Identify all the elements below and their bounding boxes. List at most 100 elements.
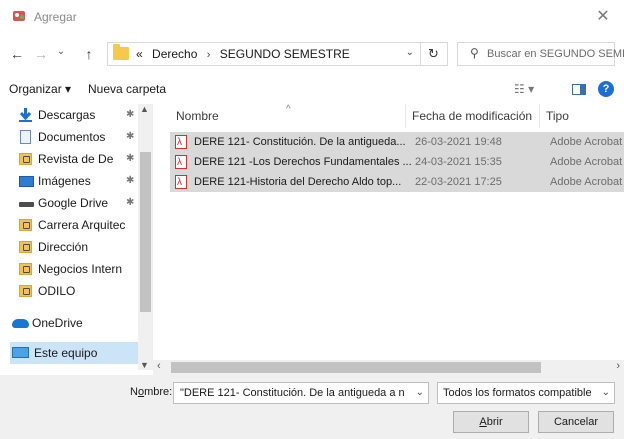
breadcrumb-overflow[interactable]: «	[136, 47, 143, 61]
scroll-down-icon[interactable]: ▼	[140, 360, 149, 370]
sidebar-scrollbar[interactable]: ▲ ▼	[138, 104, 153, 370]
title-bar: Agregar ✕	[0, 0, 624, 36]
scroll-left-icon[interactable]: ‹	[157, 360, 161, 372]
folder-icon	[19, 241, 32, 253]
sidebar-item-label: Carrera Arquitec	[38, 218, 126, 232]
file-date: 24-03-2021 15:35	[415, 156, 502, 168]
pin-icon: ✱	[126, 109, 135, 120]
documents-icon	[20, 130, 31, 144]
sidebar-item-odilo[interactable]: ODILO	[18, 280, 148, 302]
recent-locations-button[interactable]: ⌄	[52, 43, 70, 61]
file-type: Adobe Acrobat	[550, 156, 623, 168]
sidebar-item-label: Revista de De	[38, 152, 114, 166]
file-row[interactable]: DERE 121- Constitución. De la antigueda.…	[170, 132, 624, 153]
file-date: 26-03-2021 19:48	[415, 136, 502, 148]
sidebar-item-documentos[interactable]: Documentos ✱	[18, 126, 148, 148]
scroll-up-icon[interactable]: ▲	[140, 104, 149, 114]
filename-input[interactable]: "DERE 121- Constitución. De la antigueda…	[173, 382, 429, 404]
pin-icon: ✱	[126, 175, 135, 186]
sidebar-item-label: Documentos	[38, 130, 106, 144]
file-name: DERE 121- Constitución. De la antigueda.…	[194, 136, 406, 148]
sidebar-item-este-equipo[interactable]: Este equipo	[10, 342, 138, 364]
sidebar-item-label: OneDrive	[32, 316, 83, 330]
filename-value: "DERE 121- Constitución. De la antigueda…	[180, 387, 405, 399]
chevron-down-icon[interactable]: ⌄	[413, 383, 424, 403]
new-folder-button[interactable]: Nueva carpeta	[88, 82, 166, 96]
pdf-icon	[175, 153, 187, 173]
this-pc-icon	[12, 347, 29, 358]
breadcrumb-separator[interactable]: ›	[207, 49, 211, 61]
address-bar[interactable]: « Derecho › SEGUNDO SEMESTRE ⌄	[107, 42, 421, 66]
column-header-modified[interactable]: Fecha de modificación	[406, 104, 540, 128]
help-icon[interactable]: ?	[598, 81, 614, 97]
sidebar-item-imagenes[interactable]: Imágenes ✱	[18, 170, 148, 192]
pin-icon: ✱	[126, 197, 135, 208]
sidebar-item-revista[interactable]: Revista de De ✱	[18, 148, 148, 170]
breadcrumb-item-derecho[interactable]: Derecho	[152, 47, 197, 61]
dialog-footer: Nombre: "DERE 121- Constitución. De la a…	[0, 375, 624, 439]
file-list-scrollbar[interactable]: ‹ ›	[153, 360, 624, 375]
file-type-value: Todos los formatos compatible	[443, 387, 592, 399]
filename-label: Nombre:	[130, 386, 173, 398]
sidebar-item-label: Dirección	[38, 240, 89, 254]
download-icon	[19, 108, 32, 122]
sidebar-item-google-drive[interactable]: Google Drive ✱	[18, 192, 148, 214]
search-icon: ⚲	[470, 46, 479, 60]
open-button[interactable]: Abrir	[453, 411, 529, 433]
file-type-select[interactable]: Todos los formatos compatible ⌄	[437, 382, 615, 404]
view-options-icon[interactable]: ☷ ▾	[514, 82, 534, 96]
cancel-button[interactable]: Cancelar	[538, 411, 614, 433]
organize-button[interactable]: Organizar ▾	[9, 82, 71, 96]
folder-icon	[19, 219, 32, 231]
back-button[interactable]: ←	[8, 45, 26, 63]
drive-icon	[19, 202, 34, 207]
sidebar-item-label: Este equipo	[34, 346, 98, 360]
column-header-label: Nombre	[176, 109, 219, 123]
sidebar-item-direccion[interactable]: Dirección	[18, 236, 148, 258]
file-row[interactable]: DERE 121 -Los Derechos Fundamentales ...…	[170, 152, 624, 173]
file-type: Adobe Acrobat	[550, 176, 623, 188]
sidebar-item-label: Google Drive	[38, 196, 109, 210]
folder-icon	[19, 263, 32, 275]
sort-ascending-icon: ^	[286, 104, 291, 115]
app-icon	[13, 11, 25, 21]
search-placeholder: Buscar en SEGUNDO SEMES...	[487, 48, 624, 60]
folder-icon	[113, 44, 129, 60]
file-date: 22-03-2021 17:25	[415, 176, 502, 188]
sidebar-item-carrera[interactable]: Carrera Arquitec	[18, 214, 148, 236]
search-input[interactable]: ⚲ Buscar en SEGUNDO SEMES...	[457, 42, 624, 66]
sidebar-item-descargas[interactable]: Descargas ✱	[18, 104, 148, 126]
sidebar-item-negocios[interactable]: Negocios Intern	[18, 258, 148, 280]
chevron-down-icon[interactable]: ⌄	[406, 47, 414, 58]
sidebar-item-label: Negocios Intern	[38, 262, 123, 276]
close-icon[interactable]: ✕	[592, 6, 614, 28]
breadcrumb-item-segundo-semestre[interactable]: SEGUNDO SEMESTRE	[220, 47, 350, 61]
up-folder-button[interactable]: ↑	[80, 45, 98, 63]
pdf-icon	[175, 133, 187, 153]
folder-icon	[19, 153, 32, 165]
file-name: DERE 121 -Los Derechos Fundamentales ...	[194, 156, 412, 168]
column-header-name[interactable]: Nombre ^	[166, 104, 406, 128]
refresh-button[interactable]: ↻	[420, 42, 448, 66]
column-header-label: Tipo	[546, 109, 569, 123]
breadcrumb: « Derecho › SEGUNDO SEMESTRE	[136, 47, 350, 61]
file-row[interactable]: DERE 121-Historia del Derecho Aldo top..…	[170, 172, 624, 193]
sidebar-item-onedrive[interactable]: OneDrive	[12, 312, 142, 334]
pin-icon: ✱	[126, 153, 135, 164]
onedrive-icon	[12, 319, 29, 328]
window-title: Agregar	[34, 10, 77, 24]
scroll-right-icon[interactable]: ›	[616, 360, 620, 372]
file-type: Adobe Acrobat	[550, 136, 623, 148]
column-header-label: Fecha de modificación	[412, 109, 533, 123]
column-header-type[interactable]: Tipo	[540, 104, 624, 128]
pdf-icon	[175, 173, 187, 193]
sidebar-item-label: Descargas	[38, 108, 96, 122]
sidebar-item-label: ODILO	[38, 284, 76, 298]
file-name: DERE 121-Historia del Derecho Aldo top..…	[194, 176, 402, 188]
folder-icon	[19, 285, 32, 297]
forward-button[interactable]: →	[32, 45, 50, 63]
scrollbar-thumb[interactable]	[171, 362, 541, 373]
preview-pane-icon[interactable]	[572, 84, 586, 95]
scrollbar-thumb[interactable]	[140, 152, 151, 312]
chevron-down-icon[interactable]: ⌄	[599, 383, 610, 403]
